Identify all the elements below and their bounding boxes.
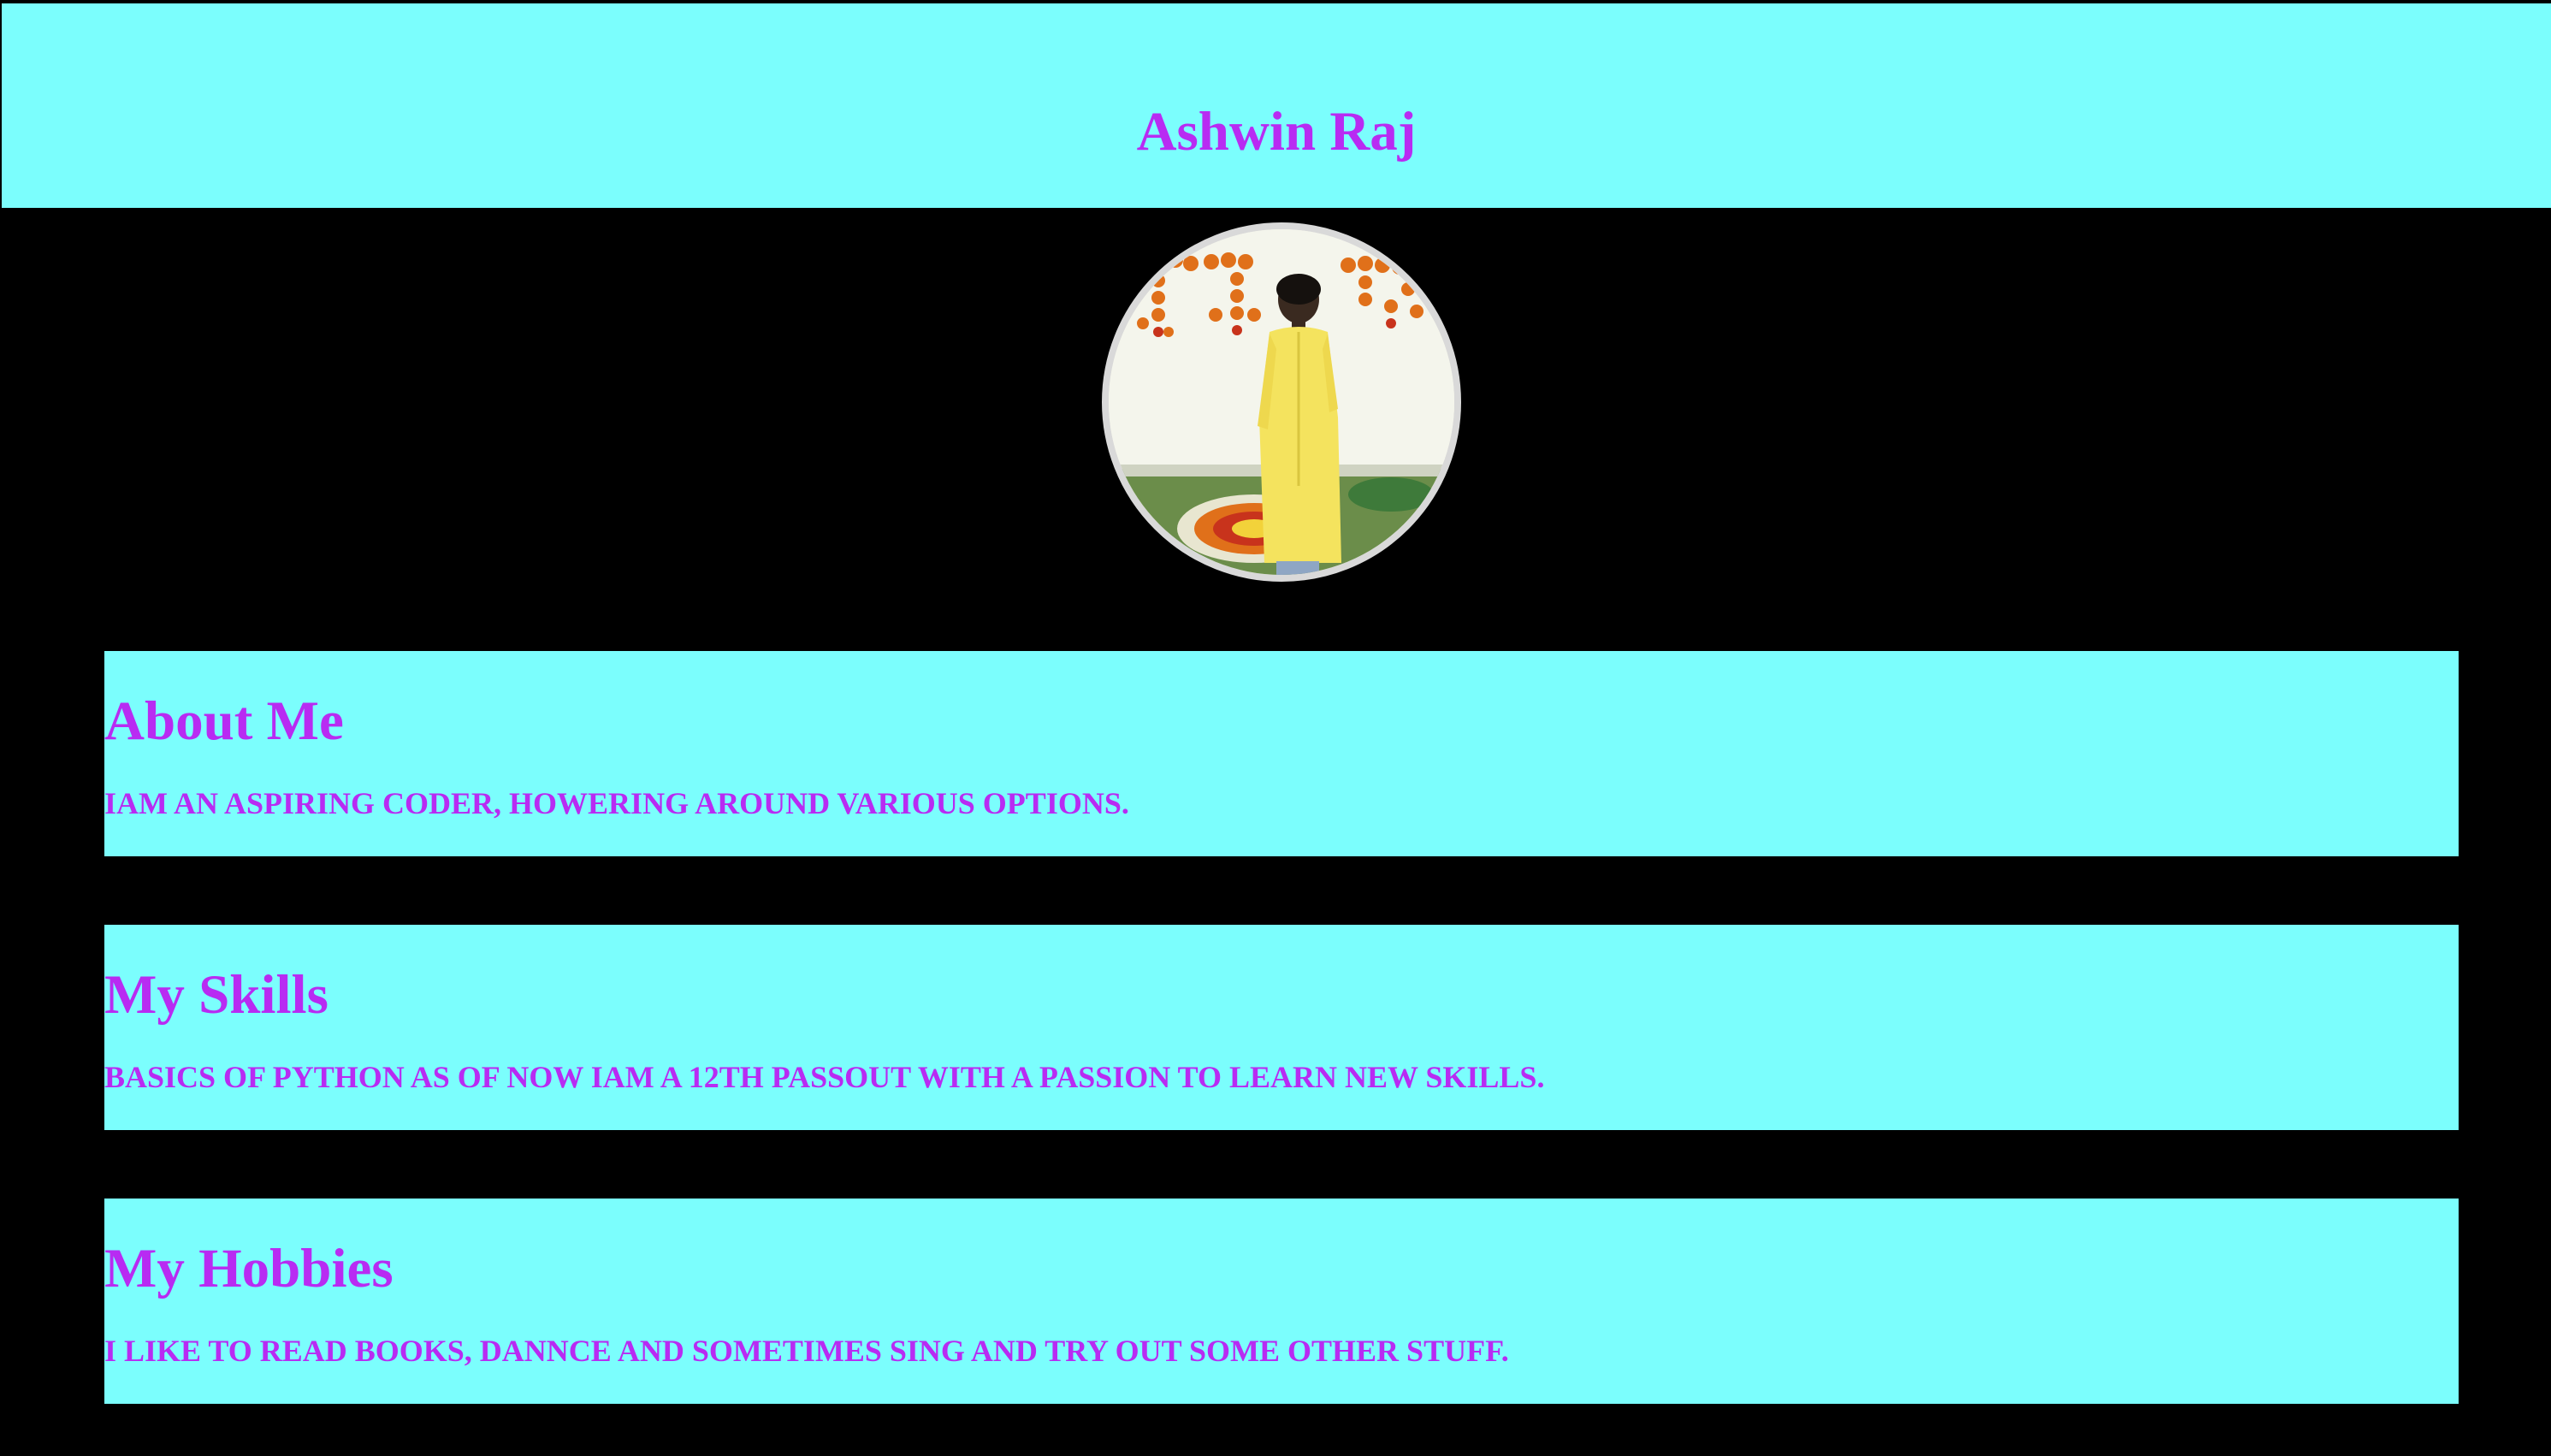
page-title: Ashwin Raj xyxy=(1136,101,1417,163)
hobbies-heading: My Hobbies xyxy=(104,1238,394,1299)
profile-photo-image xyxy=(1109,229,1454,575)
page-header: Ashwin Raj xyxy=(2,2,2551,208)
profile-photo xyxy=(1102,222,1461,582)
about-section: About Me IAM AN ASPIRING CODER, HOWERING… xyxy=(104,651,2459,856)
skills-heading: My Skills xyxy=(104,964,328,1026)
skills-section: My Skills BASICS OF PYTHON AS OF NOW IAM… xyxy=(104,925,2459,1130)
about-heading: About Me xyxy=(104,690,344,752)
hobbies-section: My Hobbies I LIKE TO READ BOOKS, DANNCE … xyxy=(104,1199,2459,1404)
about-text: IAM AN ASPIRING CODER, HOWERING AROUND V… xyxy=(104,786,1129,820)
skills-text: BASICS OF PYTHON AS OF NOW IAM A 12TH PA… xyxy=(104,1060,1545,1094)
hobbies-text: I LIKE TO READ BOOKS, DANNCE AND SOMETIM… xyxy=(104,1334,1509,1368)
